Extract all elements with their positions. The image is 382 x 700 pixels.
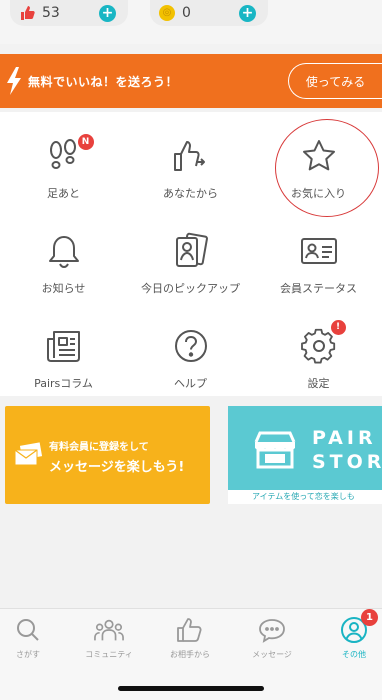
promo-text: 無料でいいね！を送ろう！ — [28, 74, 179, 89]
top-status-bar: 53 + ◎ 0 + — [0, 0, 382, 44]
tab-label: メッセージ — [252, 650, 292, 659]
thumbs-up-icon — [175, 615, 205, 645]
menu-item-footprints[interactable]: N 足あと — [0, 112, 127, 207]
tab-label: その他 — [342, 650, 366, 659]
paid-banner-line1: 有料会員に登録をして — [49, 442, 149, 453]
menu-item-settings[interactable]: ! 設定 — [255, 302, 382, 397]
coin-icon: ◎ — [156, 2, 178, 24]
menu-item-label: 足あと — [47, 187, 80, 200]
tab-search[interactable]: さがす — [0, 615, 66, 660]
thumbs-up-icon — [16, 2, 38, 24]
home-indicator — [118, 686, 264, 691]
bell-icon — [44, 231, 84, 271]
shop-icon — [254, 431, 296, 469]
menu-item-membership-status[interactable]: 会員ステータス — [255, 207, 382, 302]
paid-membership-banner[interactable]: 有料会員に登録をして メッセージを楽しもう! — [5, 406, 210, 504]
thumbs-up-arrow-icon — [171, 136, 211, 176]
question-mark-icon — [171, 326, 211, 366]
store-title-line1: PAIR — [312, 427, 377, 449]
chat-bubble-icon — [257, 615, 287, 645]
menu-item-from-you[interactable]: あなたから — [127, 112, 254, 207]
likes-counter[interactable]: 53 + — [10, 0, 128, 26]
newspaper-icon — [44, 326, 84, 366]
free-like-banner[interactable]: 無料でいいね！を送ろう！ 使ってみる — [0, 54, 382, 108]
add-coins-button[interactable]: + — [239, 4, 256, 22]
tab-label: コミュニティ — [85, 650, 133, 659]
id-card-icon — [299, 231, 339, 271]
highlight-circle-annotation — [275, 119, 379, 217]
paid-banner-line2: メッセージを楽しもう! — [49, 460, 185, 475]
menu-item-label: ヘルプ — [174, 377, 207, 390]
menu-item-label: あなたから — [163, 187, 218, 200]
menu-item-label: お知らせ — [41, 282, 86, 295]
tab-label: さがす — [16, 650, 40, 659]
coins-count: 0 — [182, 5, 191, 21]
tab-badge: 1 — [361, 609, 378, 626]
menu-item-label: 今日のピックアップ — [141, 282, 240, 295]
magnifier-icon — [13, 615, 43, 645]
menu-item-label: 会員ステータス — [280, 282, 357, 295]
tab-messages[interactable]: メッセージ — [234, 615, 310, 660]
menu-item-pairs-column[interactable]: Pairsコラム — [0, 302, 127, 397]
add-likes-button[interactable]: + — [99, 4, 116, 22]
menu-item-notifications[interactable]: お知らせ — [0, 207, 127, 302]
tab-community[interactable]: コミュニティ — [71, 615, 147, 660]
likes-count: 53 — [42, 5, 60, 21]
profile-cards-icon — [171, 231, 211, 271]
menu-item-label: 設定 — [307, 377, 330, 390]
menu-item-help[interactable]: ヘルプ — [127, 302, 254, 397]
new-badge: N — [77, 134, 94, 150]
footprints-icon: N — [44, 134, 94, 176]
lightning-icon — [7, 67, 21, 95]
store-title-line2: STOR — [312, 451, 382, 473]
gear-icon: ! — [299, 320, 346, 366]
coins-counter[interactable]: ◎ 0 + — [150, 0, 268, 26]
menu-item-todays-pickup[interactable]: 今日のピックアップ — [127, 207, 254, 302]
alert-badge: ! — [330, 320, 346, 335]
profile-icon: 1 — [339, 609, 378, 645]
tab-from-others[interactable]: お相手から — [152, 615, 228, 660]
envelopes-icon — [14, 442, 43, 466]
tab-others[interactable]: 1 その他 — [316, 609, 382, 660]
tab-label: お相手から — [170, 650, 210, 659]
try-it-button[interactable]: 使ってみる — [288, 63, 382, 99]
store-caption: アイテムを使って恋を楽しも — [228, 490, 382, 504]
people-icon — [94, 615, 124, 645]
menu-item-label: Pairsコラム — [34, 377, 93, 390]
pairs-store-banner[interactable]: PAIR STOR アイテムを使って恋を楽しも — [228, 406, 382, 504]
